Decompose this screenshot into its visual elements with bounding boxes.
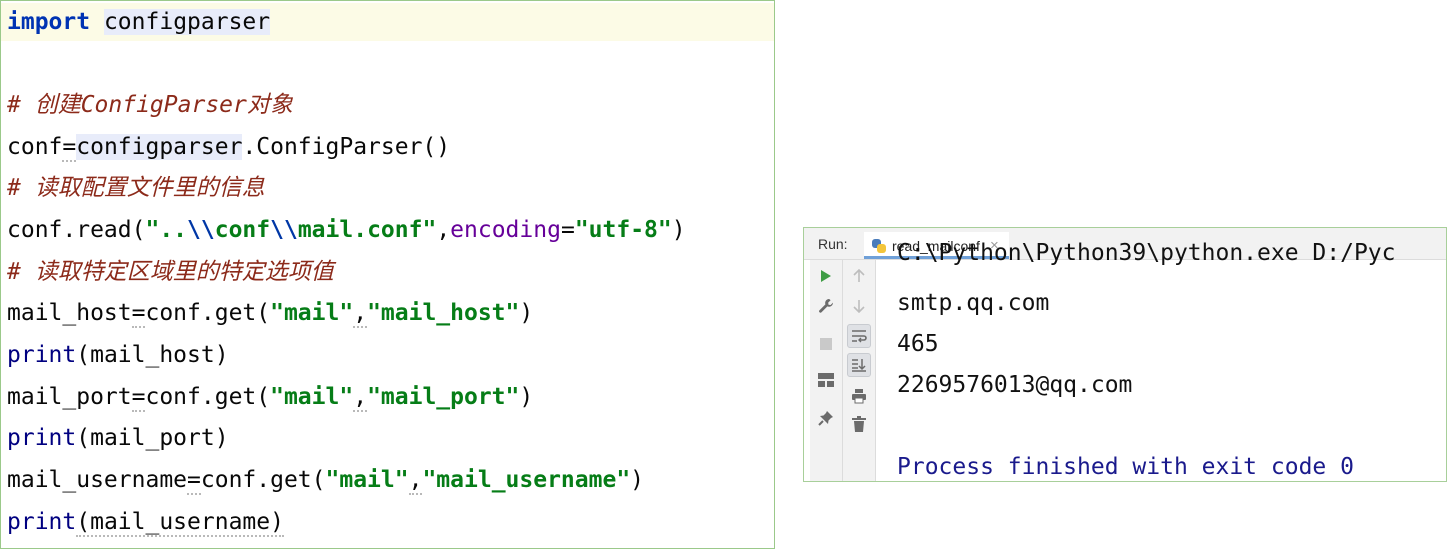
code-line-11[interactable]: print(mail_port) bbox=[7, 419, 229, 457]
layout-icon[interactable] bbox=[814, 368, 838, 392]
stop-icon[interactable] bbox=[814, 332, 838, 356]
code-line-6[interactable]: conf.read("..\\conf\\mail.conf",encoding… bbox=[7, 211, 686, 249]
wrench-icon[interactable] bbox=[814, 294, 838, 318]
run-tool-window[interactable]: Run: read_mailconf × C:\Python\Python39\… bbox=[803, 227, 1447, 482]
console-command: C:\Python\Python39\python.exe D:/Pyc bbox=[897, 240, 1396, 266]
run-label: Run: bbox=[818, 236, 848, 252]
code-line-3[interactable]: # 创建ConfigParser对象 bbox=[7, 86, 293, 124]
pin-icon[interactable] bbox=[814, 406, 838, 430]
console-output-line: 2269576013@qq.com bbox=[897, 372, 1133, 398]
identifier-configparser: configparser bbox=[76, 134, 243, 160]
console-output[interactable]: C:\Python\Python39\python.exe D:/Pyc smt… bbox=[897, 240, 1446, 481]
run-toolbar-left bbox=[810, 260, 843, 481]
code-line-7[interactable]: # 读取特定区域里的特定选项值 bbox=[7, 253, 334, 291]
code-line-12[interactable]: mail_username=conf.get("mail","mail_user… bbox=[7, 461, 644, 499]
comment: # 创建ConfigParser对象 bbox=[7, 92, 293, 118]
code-line-1[interactable]: import configparser bbox=[1, 3, 774, 41]
code-line-4[interactable]: conf=configparser.ConfigParser() bbox=[7, 128, 450, 166]
trash-icon[interactable] bbox=[847, 412, 871, 436]
comment: # 读取配置文件里的信息 bbox=[7, 175, 265, 201]
python-icon bbox=[872, 238, 886, 253]
arrow-down-icon[interactable] bbox=[847, 294, 871, 318]
console-output-line: 465 bbox=[897, 331, 939, 357]
code-line-10[interactable]: mail_port=conf.get("mail","mail_port") bbox=[7, 378, 533, 416]
scroll-to-end-icon[interactable] bbox=[847, 353, 871, 377]
run-icon[interactable] bbox=[814, 264, 838, 288]
code-line-9[interactable]: print(mail_host) bbox=[7, 336, 229, 374]
code-editor[interactable]: import configparser # 创建ConfigParser对象 c… bbox=[0, 0, 775, 549]
identifier-configparser: configparser bbox=[103, 9, 271, 35]
code-line-13[interactable]: print(mail_username) bbox=[7, 503, 284, 541]
comment: # 读取特定区域里的特定选项值 bbox=[7, 259, 334, 285]
soft-wrap-icon[interactable] bbox=[847, 324, 871, 348]
print-icon[interactable] bbox=[847, 384, 871, 408]
arrow-up-icon[interactable] bbox=[847, 264, 871, 288]
process-finished-message: Process finished with exit code 0 bbox=[897, 454, 1354, 480]
code-line-8[interactable]: mail_host=conf.get("mail","mail_host") bbox=[7, 294, 533, 332]
code-line-5[interactable]: # 读取配置文件里的信息 bbox=[7, 169, 265, 207]
console-output-line: smtp.qq.com bbox=[897, 290, 1050, 316]
run-toolbar-right bbox=[843, 260, 876, 481]
